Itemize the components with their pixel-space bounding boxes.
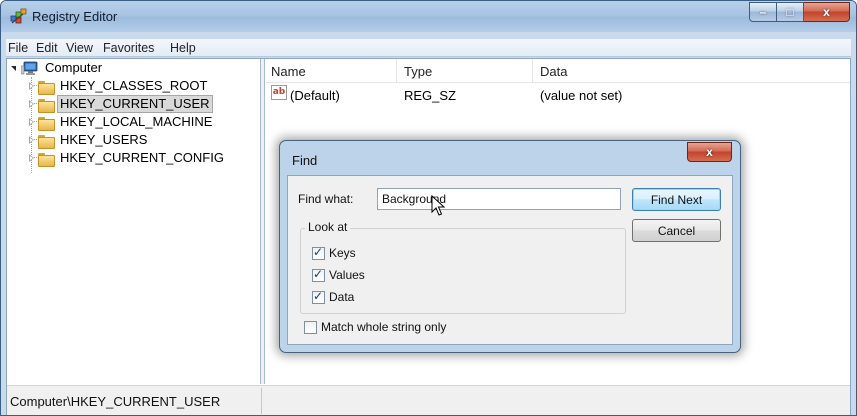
tree-item-computer[interactable]: Computer: [10, 59, 105, 77]
computer-icon: [21, 61, 38, 75]
tree-item-label: HKEY_CURRENT_CONFIG: [60, 150, 224, 165]
mouse-pointer-icon: [431, 195, 445, 216]
menu-view[interactable]: View: [66, 41, 93, 55]
expand-arrow-icon[interactable]: [27, 135, 36, 145]
find-dialog: Find x Find what: Look at Keys Values Da…: [279, 140, 741, 353]
data-checkbox-row[interactable]: Data: [312, 289, 355, 304]
menu-favorites[interactable]: Favorites: [103, 41, 154, 55]
match-whole-string-label: Match whole string only: [321, 320, 447, 334]
pane-splitter[interactable]: [261, 59, 265, 384]
close-icon: x: [823, 5, 830, 19]
expand-arrow-icon[interactable]: [27, 81, 36, 91]
value-data: (value not set): [540, 88, 623, 103]
column-header-type[interactable]: Type: [404, 64, 432, 79]
match-whole-string-checkbox[interactable]: [304, 320, 317, 334]
folder-icon: [38, 152, 55, 167]
caption-buttons: – □ x: [749, 2, 850, 22]
menu-bar: File Edit View Favorites Help: [6, 39, 851, 57]
keys-label: Keys: [329, 246, 356, 260]
tree-item-label: Computer: [45, 60, 103, 75]
tree-item-hkey-local-machine[interactable]: HKEY_LOCAL_MACHINE: [27, 113, 215, 131]
close-button[interactable]: x: [804, 2, 850, 22]
collapse-arrow-icon[interactable]: [10, 64, 19, 73]
values-checkbox-row[interactable]: Values: [312, 267, 365, 282]
data-checkbox[interactable]: [312, 289, 325, 304]
minimize-icon: –: [759, 5, 767, 19]
value-type: REG_SZ: [404, 88, 457, 103]
find-next-button[interactable]: Find Next: [632, 188, 721, 211]
menu-help[interactable]: Help: [170, 41, 196, 55]
folder-icon: [38, 98, 55, 113]
look-at-label: Look at: [305, 220, 351, 234]
title-bar[interactable]: Registry Editor – □ x: [1, 1, 856, 32]
registry-tree[interactable]: Computer HKEY_CLASSES_ROOT HKEY_CURRENT_…: [7, 59, 261, 384]
status-path: Computer\HKEY_CURRENT_USER: [10, 394, 221, 409]
column-header-name[interactable]: Name: [271, 64, 306, 79]
expand-arrow-icon[interactable]: [27, 117, 36, 127]
find-dialog-close-button[interactable]: x: [687, 142, 732, 162]
cancel-button[interactable]: Cancel: [632, 219, 721, 242]
tree-item-label: HKEY_USERS: [60, 132, 148, 147]
tree-item-hkey-users[interactable]: HKEY_USERS: [27, 131, 150, 149]
folder-icon: [38, 116, 55, 131]
expand-arrow-icon[interactable]: [27, 153, 36, 163]
find-dialog-title: Find: [292, 153, 318, 168]
minimize-button[interactable]: –: [749, 2, 777, 22]
folder-icon: [38, 134, 55, 149]
column-header-data[interactable]: Data: [540, 64, 567, 79]
status-bar: Computer\HKEY_CURRENT_USER: [7, 385, 850, 415]
list-header: Name Type Data: [266, 59, 850, 83]
look-at-group: Look at Keys Values Data: [300, 220, 626, 314]
menu-edit[interactable]: Edit: [36, 41, 58, 55]
values-checkbox[interactable]: [312, 267, 325, 282]
registry-editor-app-icon: [10, 8, 27, 24]
maximize-icon: □: [786, 5, 794, 19]
maximize-button[interactable]: □: [777, 2, 804, 22]
window-title: Registry Editor: [32, 9, 118, 24]
column-divider[interactable]: [396, 59, 397, 83]
tree-item-label: HKEY_CLASSES_ROOT: [60, 78, 208, 93]
match-whole-string-row[interactable]: Match whole string only: [304, 320, 446, 334]
tree-item-label: HKEY_CURRENT_USER: [57, 95, 213, 113]
menu-file[interactable]: File: [8, 41, 28, 55]
folder-icon: [38, 80, 55, 95]
tree-item-label: HKEY_LOCAL_MACHINE: [60, 114, 213, 129]
close-icon: x: [706, 145, 713, 159]
data-label: Data: [329, 290, 355, 304]
keys-checkbox-row[interactable]: Keys: [312, 245, 356, 260]
find-dialog-body: Find what: Look at Keys Values Data Matc…: [287, 175, 733, 345]
find-what-label: Find what:: [298, 192, 354, 206]
values-label: Values: [329, 268, 365, 282]
expand-arrow-icon[interactable]: [27, 99, 36, 109]
find-what-input[interactable]: [377, 188, 621, 210]
keys-checkbox[interactable]: [312, 245, 325, 260]
tree-item-hkey-current-user[interactable]: HKEY_CURRENT_USER: [27, 95, 213, 113]
status-divider: [261, 388, 262, 414]
value-name: (Default): [290, 88, 340, 103]
string-value-icon: ab: [271, 85, 287, 100]
tree-item-hkey-classes-root[interactable]: HKEY_CLASSES_ROOT: [27, 77, 210, 95]
tree-item-hkey-current-config[interactable]: HKEY_CURRENT_CONFIG: [27, 149, 227, 167]
column-divider[interactable]: [532, 59, 533, 83]
